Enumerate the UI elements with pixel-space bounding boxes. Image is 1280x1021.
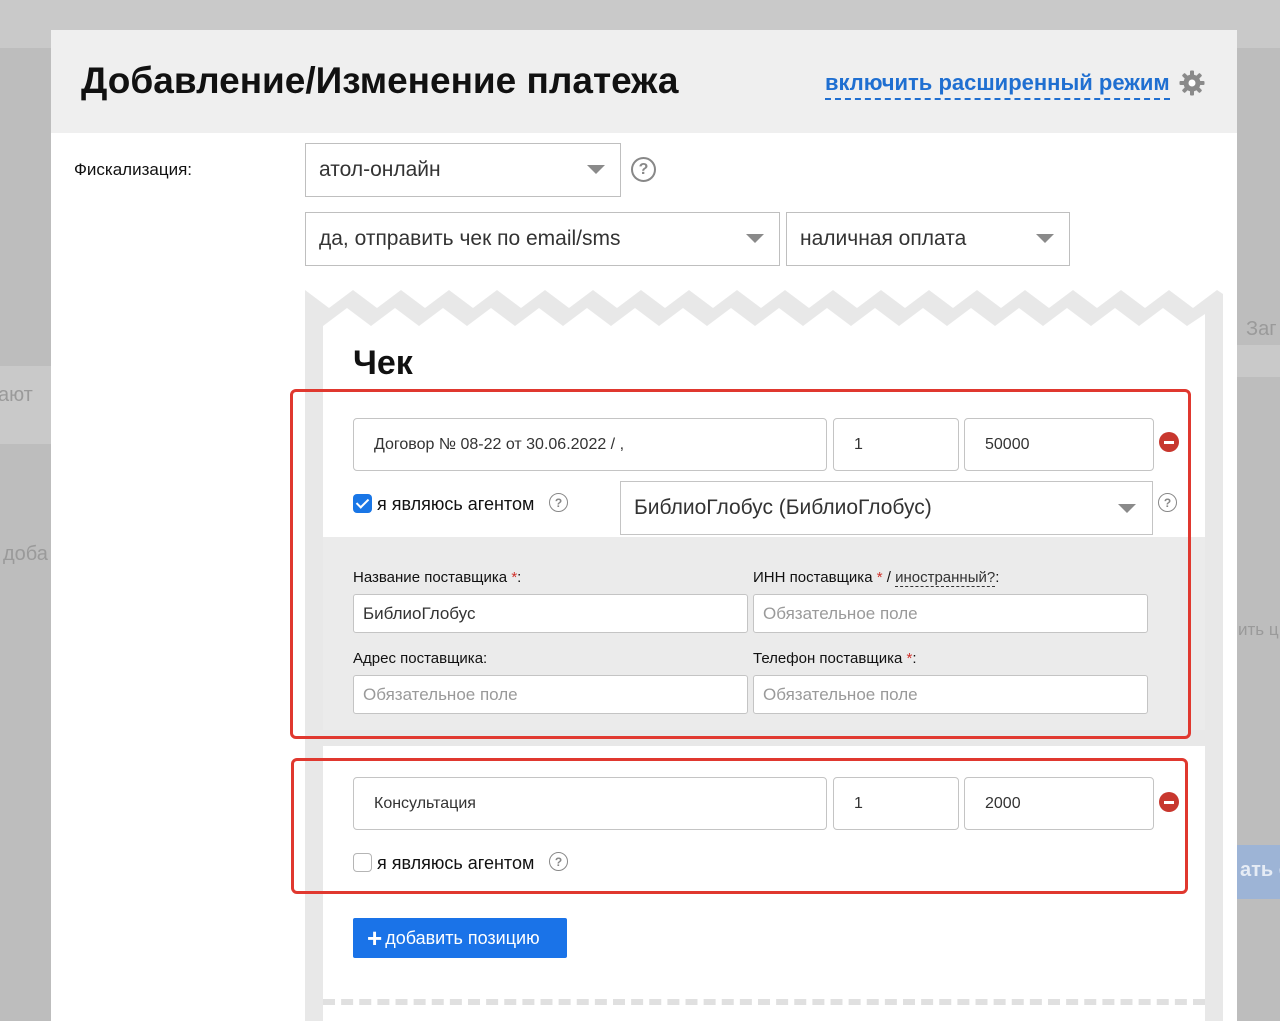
supplier-address-label: Адрес поставщика: [353, 650, 488, 667]
payment-type-select[interactable]: наличная оплата [786, 212, 1070, 266]
supplier-name-label-text: Название поставщика [353, 569, 512, 586]
supplier-inn-label: ИНН поставщика * / иностранный?: [753, 569, 1000, 587]
modal-title: Добавление/Изменение платежа [81, 60, 679, 101]
receipt-title: Чек [353, 344, 413, 382]
position-quantity-input[interactable]: 1 [833, 418, 959, 471]
supplier-inn-input[interactable]: Обязательное поле [753, 594, 1148, 633]
position-separator [323, 730, 1205, 746]
plus-icon: + [367, 923, 383, 953]
supplier-name-input[interactable]: БиблиоГлобус [353, 594, 748, 633]
agent-label[interactable]: я являюсь агентом [377, 494, 534, 515]
chevron-down-icon [1118, 504, 1136, 513]
advanced-mode-link[interactable]: включить расширенный режим [825, 70, 1170, 100]
supplier-phone-label: Телефон поставщика *: [753, 650, 917, 667]
remove-position-icon[interactable] [1159, 792, 1179, 812]
help-icon-glyph: ? [638, 160, 649, 178]
help-icon-glyph: ? [1163, 495, 1172, 510]
agent-label[interactable]: я являюсь агентом [377, 853, 534, 874]
help-icon[interactable]: ? [549, 493, 568, 512]
receipt-zigzag-edge [305, 282, 1223, 334]
supplier-inn-label-text: ИНН поставщика [753, 569, 877, 586]
background-text: Заг [1246, 318, 1277, 340]
label-colon: : [995, 569, 1000, 586]
label-colon: : [912, 650, 917, 667]
modal-header: Добавление/Изменение платежа включить ра… [51, 30, 1237, 133]
chevron-down-icon [587, 165, 605, 174]
agent-checkbox[interactable] [353, 494, 372, 513]
help-icon-glyph: ? [554, 854, 563, 869]
agent-checkbox[interactable] [353, 853, 372, 872]
send-receipt-value: да, отправить чек по email/sms [319, 227, 621, 250]
add-position-button[interactable]: + добавить позицию [353, 918, 567, 958]
help-icon[interactable]: ? [549, 852, 568, 871]
help-icon[interactable]: ? [631, 157, 656, 182]
payment-type-value: наличная оплата [800, 227, 967, 250]
position-price-input[interactable]: 50000 [964, 418, 1154, 471]
add-position-label: добавить позицию [385, 927, 540, 948]
supplier-name-label: Название поставщика *: [353, 569, 521, 586]
help-icon[interactable]: ? [1158, 493, 1177, 512]
gear-icon[interactable] [1179, 70, 1205, 96]
send-receipt-select[interactable]: да, отправить чек по email/sms [305, 212, 780, 266]
position-name-input[interactable]: Договор № 08-22 от 30.06.2022 / , [353, 418, 827, 471]
chevron-down-icon [1036, 234, 1054, 243]
background-text: ить ц [1238, 620, 1279, 639]
receipt-dashed-separator [323, 999, 1205, 1005]
remove-position-icon[interactable] [1159, 432, 1179, 452]
fiscal-provider-value: атол-онлайн [319, 158, 441, 181]
position-price-input[interactable]: 2000 [964, 777, 1154, 830]
label-colon: : [517, 569, 522, 586]
supplier-phone-label-text: Телефон поставщика [753, 650, 907, 667]
fiscal-provider-select[interactable]: атол-онлайн [305, 143, 621, 197]
background-text: ают [0, 384, 33, 406]
position-quantity-input[interactable]: 1 [833, 777, 959, 830]
label-slash: / [882, 569, 896, 586]
foreign-supplier-link[interactable]: иностранный? [895, 569, 996, 587]
supplier-value: БиблиоГлобус (БиблиоГлобус) [634, 496, 932, 519]
supplier-select[interactable]: БиблиоГлобус (БиблиоГлобус) [620, 481, 1153, 535]
background-row [1237, 345, 1280, 377]
supplier-phone-input[interactable]: Обязательное поле [753, 675, 1148, 714]
payment-modal: Добавление/Изменение платежа включить ра… [51, 30, 1237, 1021]
supplier-address-input[interactable]: Обязательное поле [353, 675, 748, 714]
fiscalization-label: Фискализация: [74, 160, 193, 179]
position-name-input[interactable]: Консультация [353, 777, 827, 830]
background-button-label: ать с [1240, 859, 1280, 881]
background-text: доба [3, 543, 48, 565]
help-icon-glyph: ? [554, 495, 563, 510]
chevron-down-icon [746, 234, 764, 243]
